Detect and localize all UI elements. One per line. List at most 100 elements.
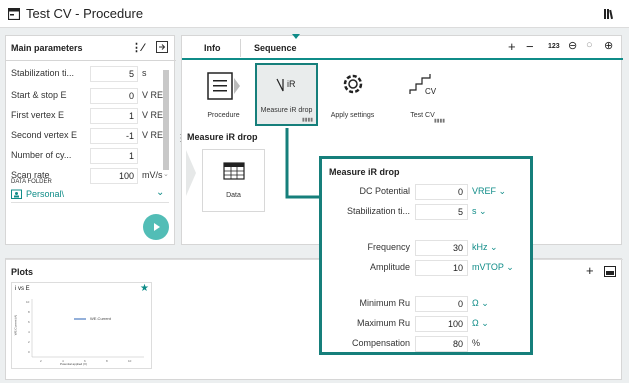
search-icon[interactable]: ○ bbox=[586, 39, 593, 51]
plot-thumb-title: i vs E bbox=[15, 286, 30, 292]
plot-thumb-chart: 1086420 2 4 6 8 10 bbox=[26, 299, 144, 363]
measure-ir-drop-popup: Measure iR drop DC Potential 0 VREF ⌄ Sta… bbox=[319, 156, 533, 355]
param-label: Second vertex E bbox=[11, 130, 78, 140]
tile-badge: ▮▮▮▮ bbox=[434, 118, 446, 124]
star-icon[interactable]: ★ bbox=[140, 283, 149, 294]
tab-info[interactable]: Info bbox=[204, 43, 221, 53]
popup-row-label: Maximum Ru bbox=[356, 318, 410, 328]
zoom-in-icon[interactable]: ⊕ bbox=[604, 39, 613, 52]
chevron-down-icon: ⌄ bbox=[479, 206, 487, 216]
svg-text:CV: CV bbox=[425, 87, 437, 96]
svg-text:8: 8 bbox=[28, 310, 30, 314]
popup-row-unit-dropdown[interactable]: s ⌄ bbox=[472, 206, 487, 217]
expand-panel-icon[interactable] bbox=[156, 41, 168, 53]
gear-icon bbox=[343, 74, 363, 94]
filter-icon[interactable]: ⋮⁄ bbox=[131, 41, 144, 54]
data-folder-label: DATA FOLDER bbox=[11, 179, 52, 185]
svg-text:2: 2 bbox=[40, 359, 42, 363]
add-button[interactable]: + bbox=[508, 39, 516, 54]
add-plot-button[interactable]: + bbox=[586, 263, 594, 278]
param-value-field[interactable]: 1 bbox=[90, 148, 138, 164]
svg-text:10: 10 bbox=[26, 300, 30, 304]
cv-icon: CV bbox=[409, 74, 437, 96]
tab-sequence[interactable]: Sequence bbox=[254, 43, 297, 53]
param-unit: s bbox=[142, 68, 147, 78]
tile-apply-settings[interactable]: Apply settings bbox=[320, 64, 385, 127]
scroll-down-arrow[interactable]: ⌄ bbox=[163, 170, 169, 180]
popup-row-label: Compensation bbox=[351, 338, 410, 348]
main-parameters-panel: Main parameters ⋮⁄ Stabilization ti... 5… bbox=[5, 35, 176, 245]
popup-row-value-field[interactable]: 5 bbox=[415, 204, 468, 220]
popup-row-label: Frequency bbox=[367, 242, 410, 252]
tab-underline bbox=[182, 58, 623, 60]
popup-row-label: DC Potential bbox=[359, 186, 410, 196]
chevron-down-icon: ⌄ bbox=[481, 318, 489, 328]
popup-row-value-field[interactable]: 30 bbox=[415, 240, 468, 256]
popup-row-unit-dropdown[interactable]: Ω ⌄ bbox=[472, 318, 489, 329]
popup-row-value-field[interactable]: 0 bbox=[415, 184, 468, 200]
ir-drop-icon: iR bbox=[263, 69, 310, 101]
popup-row-label: Amplitude bbox=[369, 262, 410, 272]
popup-title: Measure iR drop bbox=[329, 167, 400, 177]
folder-chevron-down-icon[interactable]: ⌄ bbox=[156, 187, 164, 198]
procedure-app-icon bbox=[8, 8, 20, 20]
param-label: First vertex E bbox=[11, 110, 65, 120]
param-value-field[interactable]: 100 bbox=[90, 168, 138, 184]
popup-row-label: Stabilization ti... bbox=[346, 206, 410, 216]
tile-badge: ▮▮▮▮ bbox=[302, 117, 314, 123]
svg-text:6: 6 bbox=[28, 320, 30, 324]
popup-row-unit-dropdown[interactable]: kHz ⌄ bbox=[472, 242, 498, 253]
plot-thumb-ylabel: WE.Current (A) bbox=[13, 314, 18, 336]
popup-row-value-field[interactable]: 10 bbox=[415, 260, 468, 276]
chevron-down-icon: ⌄ bbox=[490, 242, 498, 252]
tile-procedure[interactable]: Procedure bbox=[191, 64, 256, 127]
svg-text:4: 4 bbox=[28, 330, 30, 334]
chevron-down-icon: ⌄ bbox=[506, 262, 514, 272]
folder-user-icon bbox=[11, 189, 22, 199]
param-value-field[interactable]: 5 bbox=[90, 66, 138, 82]
section-title: Measure iR drop bbox=[187, 132, 258, 142]
play-icon bbox=[154, 223, 160, 231]
tile-measure-ir-drop[interactable]: iR Measure iR drop ▮▮▮▮ bbox=[255, 63, 318, 126]
zoom-out-icon[interactable]: ⊖ bbox=[568, 39, 577, 52]
popup-row-unit-dropdown[interactable]: VREF ⌄ bbox=[472, 186, 506, 197]
param-label: Start & stop E bbox=[11, 90, 67, 100]
window-title: Test CV - Procedure bbox=[26, 6, 144, 21]
popup-row-label: Minimum Ru bbox=[359, 298, 410, 308]
popup-row-value-field[interactable]: 80 bbox=[415, 336, 468, 352]
main-parameters-title: Main parameters bbox=[11, 43, 83, 53]
active-tab-indicator bbox=[292, 34, 300, 39]
popup-row-value-field[interactable]: 100 bbox=[415, 316, 468, 332]
scrollbar-thumb[interactable] bbox=[163, 70, 169, 170]
plot-thumb-xlabel: Potential applied (V) bbox=[60, 362, 88, 366]
tile-label: Test CV bbox=[410, 112, 435, 119]
plots-title: Plots bbox=[11, 267, 34, 277]
param-label: Stabilization ti... bbox=[11, 68, 75, 78]
svg-text:10: 10 bbox=[128, 359, 132, 363]
play-button[interactable] bbox=[143, 214, 169, 240]
tile-label: Data bbox=[226, 192, 241, 199]
svg-text:8: 8 bbox=[106, 359, 108, 363]
chevron-down-icon: ⌄ bbox=[498, 186, 507, 196]
popup-row-unit-dropdown[interactable]: Ω ⌄ bbox=[472, 298, 489, 309]
tile-data[interactable]: Data bbox=[202, 149, 265, 212]
library-icon[interactable] bbox=[603, 8, 615, 20]
numbering-button[interactable]: 123 bbox=[548, 43, 560, 50]
param-label: Number of cy... bbox=[11, 150, 72, 160]
plot-thumbnail[interactable]: i vs E ★ 10 8 6 4 2 0 2 4 6 8 10 WE.Current Poten… bbox=[11, 282, 152, 369]
param-unit: mV/s bbox=[142, 170, 163, 180]
svg-text:iR: iR bbox=[287, 79, 296, 89]
tile-test-cv[interactable]: CV Test CV ▮▮▮▮ bbox=[390, 64, 455, 127]
section-arrow bbox=[186, 150, 196, 196]
popup-row-value-field[interactable]: 0 bbox=[415, 296, 468, 312]
remove-button[interactable]: − bbox=[526, 39, 534, 54]
procedure-icon bbox=[207, 72, 240, 100]
param-value-field[interactable]: 1 bbox=[90, 108, 138, 124]
svg-text:0: 0 bbox=[28, 350, 30, 354]
popup-row-unit-dropdown[interactable]: mVTOP ⌄ bbox=[472, 262, 514, 273]
plot-settings-icon[interactable] bbox=[604, 266, 616, 277]
data-folder-value[interactable]: Personal\ bbox=[26, 189, 64, 199]
tile-label: Measure iR drop bbox=[260, 107, 313, 114]
param-value-field[interactable]: -1 bbox=[90, 128, 138, 144]
param-value-field[interactable]: 0 bbox=[90, 88, 138, 104]
